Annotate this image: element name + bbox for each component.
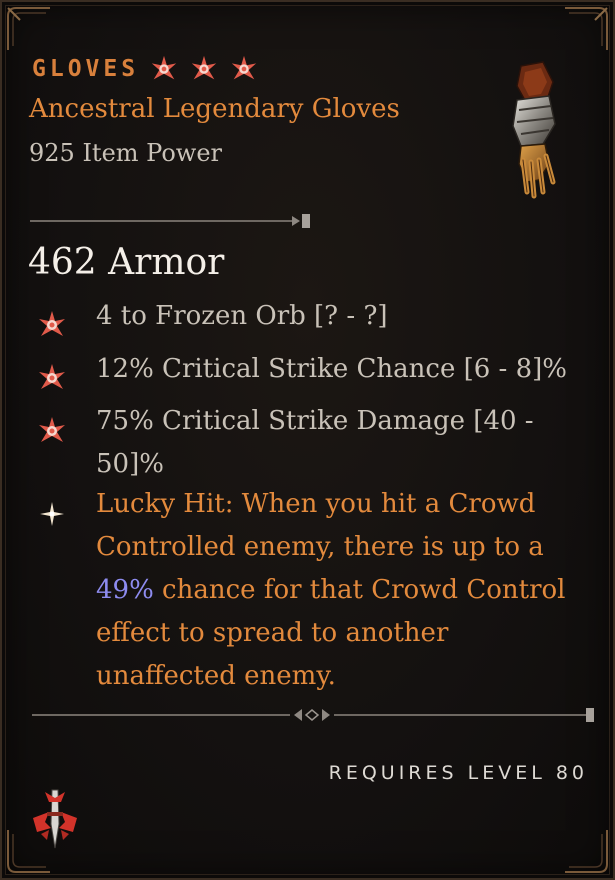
armor-value: 462 Armor — [28, 242, 225, 283]
sorcerer-class-icon — [33, 789, 77, 849]
level-requirement: REQUIRES LEVEL 80 — [328, 762, 588, 784]
greater-affix-icon — [151, 55, 177, 80]
greater-affix-icon — [39, 364, 65, 389]
legendary-aspect-text-end: chance for that Crowd Control effect to … — [96, 575, 566, 691]
gauntlet-icon — [512, 61, 556, 199]
section-divider — [32, 708, 594, 722]
item-name: Ancestral Legendary Gloves — [29, 94, 400, 124]
corner-ornament-top-right — [565, 7, 608, 50]
legendary-power-icon — [40, 502, 64, 526]
item-type-label: GLOVES — [32, 56, 140, 82]
item-type-row: GLOVES — [32, 54, 259, 84]
greater-affix-icon — [191, 55, 217, 80]
item-tooltip: GLOVES Ancestral Legendary Gloves 925 It… — [0, 0, 615, 880]
legendary-aspect-value: 49% — [96, 575, 154, 605]
corner-ornament-top-left — [7, 7, 50, 50]
corner-ornament-bottom-right — [565, 830, 608, 873]
item-power: 925 Item Power — [29, 139, 222, 167]
affix-line: 12% Critical Strike Chance [6 - 8]% — [96, 354, 567, 384]
affix-line: 75% Critical Strike Damage [40 - 50]% — [96, 406, 534, 479]
section-divider — [30, 214, 310, 228]
greater-affix-icon — [231, 55, 257, 80]
legendary-aspect-text: Lucky Hit: When you hit a Crowd Controll… — [96, 483, 596, 698]
greater-affix-icon — [39, 417, 65, 442]
greater-affix-icon — [39, 311, 65, 336]
affix-line: 4 to Frozen Orb [? - ?] — [96, 301, 388, 331]
legendary-aspect-text-start: Lucky Hit: When you hit a Crowd Controll… — [96, 489, 544, 562]
